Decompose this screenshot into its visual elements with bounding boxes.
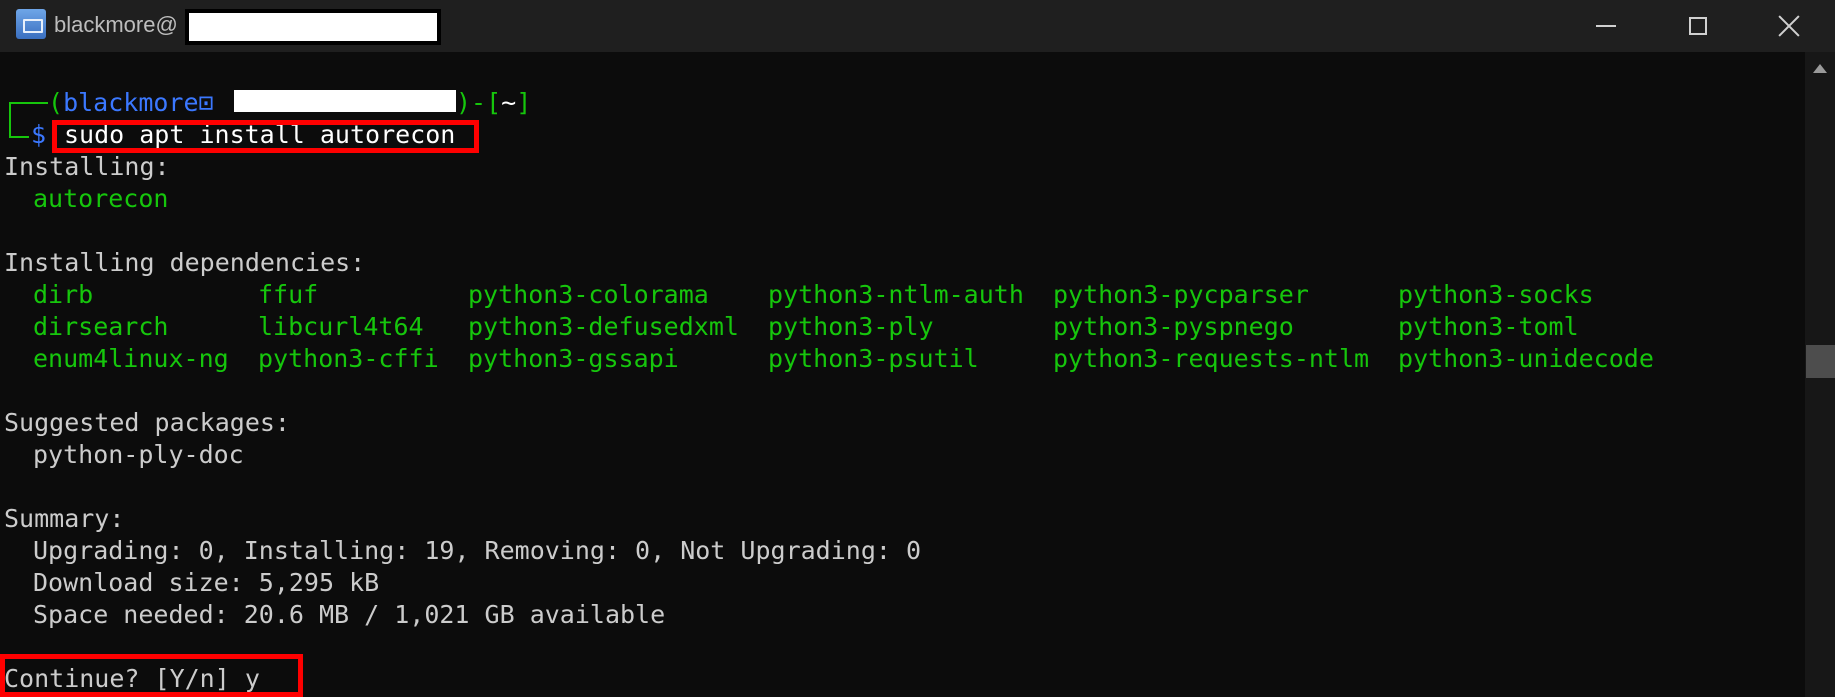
dependency-item: python3-psutil bbox=[768, 344, 979, 373]
continue-highlight-box bbox=[0, 654, 303, 697]
dependency-item: libcurl4t64 bbox=[258, 312, 424, 341]
dependency-item: enum4linux-ng bbox=[33, 344, 229, 373]
scrollbar-thumb[interactable] bbox=[1806, 345, 1835, 378]
dependency-item: python3-pycparser bbox=[1053, 280, 1309, 309]
prompt-close-bracket: ] bbox=[516, 88, 532, 117]
command-highlight-box bbox=[52, 120, 479, 153]
dependency-item: python3-unidecode bbox=[1398, 344, 1654, 373]
dependency-item: python3-pyspnego bbox=[1053, 312, 1294, 341]
close-button[interactable] bbox=[1743, 0, 1835, 52]
terminal-app-icon bbox=[16, 9, 46, 39]
prompt-close-part: )-[ bbox=[456, 88, 502, 117]
prompt-glyph: ⊡ bbox=[198, 88, 214, 117]
dependency-item: ffuf bbox=[258, 280, 319, 309]
dependency-item: dirb bbox=[33, 280, 94, 309]
prompt-cwd-part: )-[~] bbox=[456, 87, 531, 119]
installing-header: Installing: bbox=[4, 152, 170, 181]
dependency-item: dirsearch bbox=[33, 312, 169, 341]
prompt-tree-bottom bbox=[9, 136, 29, 138]
suggested-item: python-ply-doc bbox=[33, 440, 244, 469]
prompt-cwd: ~ bbox=[501, 88, 517, 117]
installing-item: autorecon bbox=[33, 184, 169, 213]
terminal-window: blackmore@ (blackmore⊡ )-[~] $ sudo apt … bbox=[0, 0, 1835, 697]
redacted-host bbox=[234, 90, 456, 112]
summary-header: Summary: bbox=[4, 504, 125, 533]
dependency-item: python3-ply bbox=[768, 312, 934, 341]
maximize-icon bbox=[1689, 17, 1707, 35]
minimize-icon bbox=[1596, 25, 1616, 27]
terminal-output[interactable]: (blackmore⊡ )-[~] $ sudo apt install aut… bbox=[0, 52, 1805, 697]
title-bar[interactable]: blackmore@ bbox=[0, 0, 1835, 52]
prompt-open-paren: ( bbox=[48, 88, 64, 117]
prompt-user: blackmore bbox=[63, 88, 199, 117]
window-title: blackmore@ bbox=[54, 12, 178, 37]
dependency-item: python3-gssapi bbox=[468, 344, 679, 373]
dependency-item: python3-toml bbox=[1398, 312, 1579, 341]
summary-line: Download size: 5,295 kB bbox=[33, 568, 380, 597]
dependency-item: python3-cffi bbox=[258, 344, 439, 373]
dependency-item: python3-defusedxml bbox=[468, 312, 739, 341]
dependency-item: python3-requests-ntlm bbox=[1053, 344, 1370, 373]
maximize-button[interactable] bbox=[1652, 0, 1744, 52]
prompt-header: (blackmore⊡ bbox=[48, 87, 214, 119]
redacted-hostname bbox=[185, 9, 441, 45]
close-icon bbox=[1777, 14, 1801, 38]
scroll-up-arrow-icon[interactable] bbox=[1813, 64, 1827, 73]
minimize-button[interactable] bbox=[1560, 0, 1652, 52]
summary-line: Upgrading: 0, Installing: 19, Removing: … bbox=[33, 536, 922, 565]
prompt-dollar-line: $ bbox=[31, 119, 46, 151]
suggested-header: Suggested packages: bbox=[4, 408, 290, 437]
dependencies-header: Installing dependencies: bbox=[4, 248, 366, 277]
dependency-item: python3-colorama bbox=[468, 280, 709, 309]
dependency-item: python3-ntlm-auth bbox=[768, 280, 1024, 309]
prompt-tree-vertical bbox=[9, 102, 11, 136]
summary-line: Space needed: 20.6 MB / 1,021 GB availab… bbox=[33, 600, 666, 629]
prompt-dollar: $ bbox=[31, 120, 47, 149]
prompt-tree-top bbox=[10, 102, 48, 104]
dependency-item: python3-socks bbox=[1398, 280, 1594, 309]
